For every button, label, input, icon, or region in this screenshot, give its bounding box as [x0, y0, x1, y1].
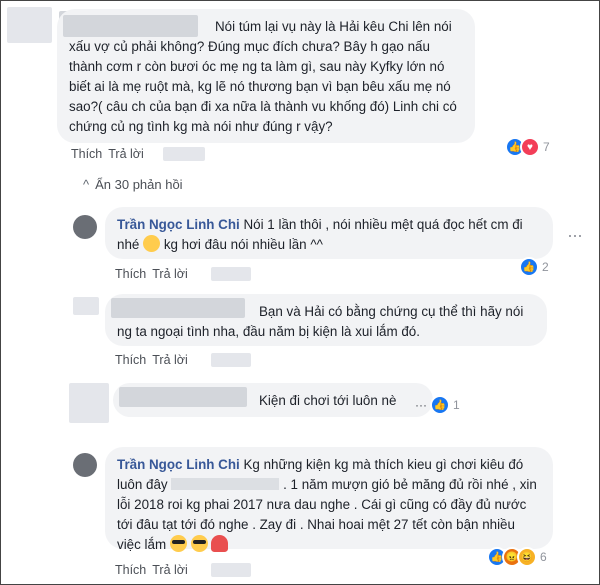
comment-actions: Thích Trả lời: [115, 563, 194, 577]
censored-avatar: [7, 7, 52, 43]
reply-link[interactable]: Trả lời: [108, 147, 144, 161]
more-options-icon[interactable]: ···: [567, 225, 583, 246]
reaction-count: 6: [540, 550, 547, 564]
like-link[interactable]: Thích: [115, 563, 146, 577]
reaction-summary[interactable]: 👍 ♥ 7: [505, 137, 550, 157]
reply-bubble: Trần Ngọc Linh Chi Kg những kiện kg mà t…: [105, 447, 553, 552]
avatar: [73, 215, 97, 239]
censored-timestamp: [211, 563, 251, 577]
censored-name: [63, 15, 198, 37]
like-reaction-icon: 👍: [519, 257, 539, 277]
author-name[interactable]: Trần Ngọc Linh Chi: [117, 457, 240, 472]
reply-bubble: Trần Ngọc Linh Chi Nói 1 lần thôi , nói …: [105, 207, 553, 259]
censored-name: [111, 298, 245, 318]
reply-link[interactable]: Trả lời: [152, 353, 188, 367]
hide-replies-toggle[interactable]: ^ Ẩn 30 phản hồi: [83, 177, 183, 192]
reaction-count: 1: [453, 398, 460, 412]
reply-link[interactable]: Trả lời: [152, 267, 188, 281]
sunglasses-emoji-icon: [169, 535, 187, 552]
like-link[interactable]: Thích: [115, 267, 146, 281]
comment-actions: Thích Trả lời: [115, 267, 194, 281]
reaction-summary[interactable]: 👍 2: [519, 257, 549, 277]
mushroom-emoji-icon: [211, 535, 229, 552]
avatar: [73, 453, 97, 477]
censored-timestamp: [211, 353, 251, 367]
sunglasses-emoji-icon: [190, 535, 208, 552]
censored-timestamp: [211, 267, 251, 281]
smile-emoji-icon: [143, 235, 161, 252]
author-name[interactable]: Trần Ngọc Linh Chi: [117, 217, 240, 232]
love-reaction-icon: ♥: [520, 137, 540, 157]
reaction-count: 2: [542, 260, 549, 274]
like-reaction-icon: 👍: [430, 395, 450, 415]
reaction-summary[interactable]: ··· 👍 1: [415, 395, 460, 415]
reply-link[interactable]: Trả lời: [152, 563, 188, 577]
like-link[interactable]: Thích: [71, 147, 102, 161]
comment-actions: Thích Trả lời: [115, 353, 194, 367]
censored-timestamp: [163, 147, 205, 161]
more-dots: ···: [415, 398, 427, 412]
chevron-up-icon: ^: [83, 177, 90, 192]
comment-actions: Thích Trả lời: [71, 147, 150, 161]
censored-avatar: [69, 383, 109, 423]
like-link[interactable]: Thích: [115, 353, 146, 367]
reply-text: kg hơi đâu nói nhiều lần ^^: [163, 237, 323, 252]
reaction-count: 7: [543, 140, 550, 154]
haha-reaction-icon: 😆: [517, 547, 537, 567]
censored-name: [119, 387, 247, 407]
reaction-summary[interactable]: 👍 😠 😆 6: [487, 547, 547, 567]
censored-text: [171, 478, 280, 490]
censored-avatar: [73, 297, 99, 315]
